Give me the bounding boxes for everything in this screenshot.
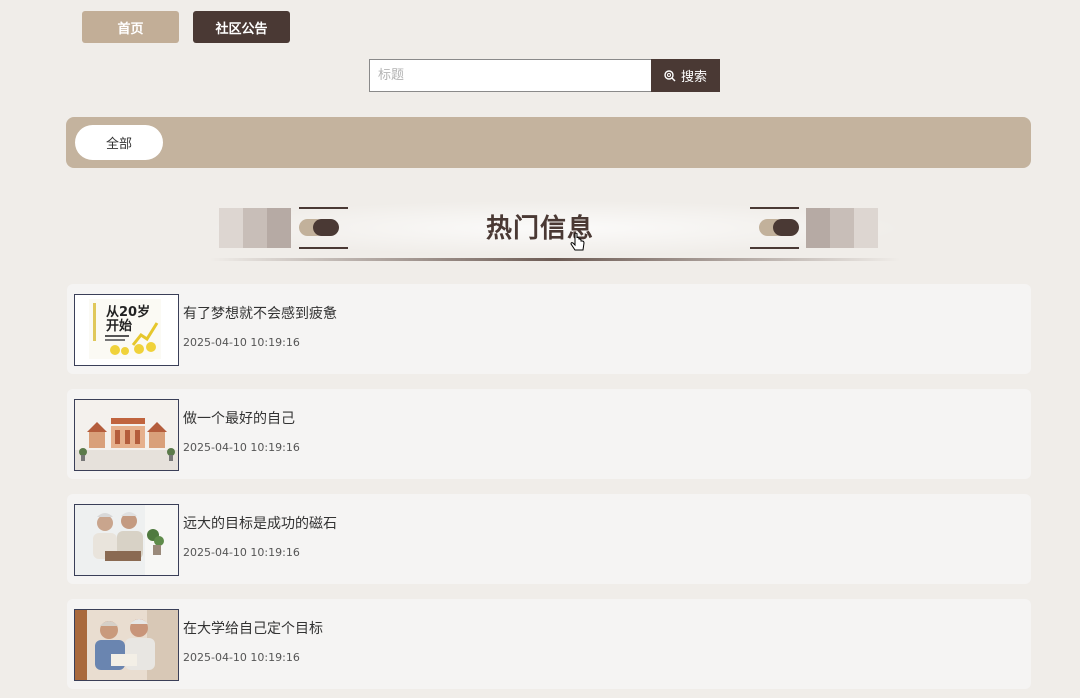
elderly-couple-image[interactable] — [74, 504, 179, 576]
page: 首页 社区公告 搜索 全部 — [0, 0, 1080, 698]
search-button-label: 搜索 — [680, 70, 707, 85]
category-label: 全部 — [105, 137, 132, 152]
article-time: 2025-04-10 10:19:16 — [183, 546, 300, 559]
article-item[interactable]: 在大学给自己定个目标 2025-04-10 10:19:16 — [67, 599, 1031, 689]
search-input[interactable] — [369, 59, 652, 92]
decor-line — [299, 247, 348, 249]
article-title[interactable]: 在大学给自己定个目标 — [183, 618, 323, 638]
section-title-underline — [210, 258, 900, 261]
decor-line — [750, 247, 799, 249]
nav-notice-label: 社区公告 — [215, 21, 268, 37]
article-time: 2025-04-10 10:19:16 — [183, 651, 300, 664]
book-cover-text: 从20岁 — [106, 304, 150, 320]
article-item[interactable]: 远大的目标是成功的磁石 2025-04-10 10:19:16 — [67, 494, 1031, 584]
search-icon — [664, 69, 676, 81]
article-title[interactable]: 远大的目标是成功的磁石 — [183, 513, 337, 533]
article-item[interactable]: 做一个最好的自己 2025-04-10 10:19:16 — [67, 389, 1031, 479]
community-wall-image[interactable] — [74, 399, 179, 471]
book-cover-image[interactable]: 从20岁 开始 — [74, 294, 179, 366]
article-title[interactable]: 有了梦想就不会感到疲惫 — [183, 303, 337, 323]
nav-notice-button[interactable]: 社区公告 — [193, 11, 290, 43]
category-all[interactable]: 全部 — [75, 125, 163, 160]
nav-home-button[interactable]: 首页 — [82, 11, 179, 43]
elderly-couple-reading-image[interactable] — [74, 609, 179, 681]
mouse-cursor-icon — [570, 233, 585, 251]
article-item[interactable]: 从20岁 开始 有了梦想就不会感到疲惫 2025-04-10 10:19:16 — [67, 284, 1031, 374]
search-button[interactable]: 搜索 — [651, 59, 720, 92]
category-bar: 全部 — [66, 117, 1031, 168]
book-cover-text: 开始 — [106, 318, 132, 334]
article-time: 2025-04-10 10:19:16 — [183, 441, 300, 454]
section-title: 热门信息 — [485, 214, 594, 244]
article-title[interactable]: 做一个最好的自己 — [183, 408, 295, 428]
article-time: 2025-04-10 10:19:16 — [183, 336, 300, 349]
nav-home-label: 首页 — [117, 21, 144, 37]
